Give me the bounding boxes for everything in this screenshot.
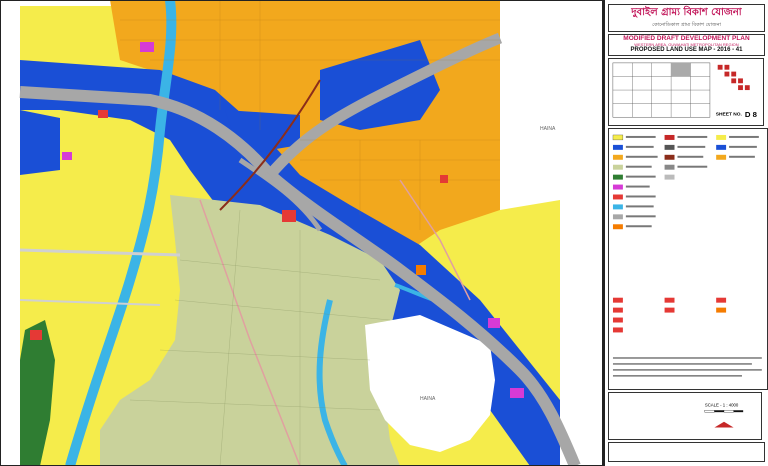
title-box: দুবাইল গ্রাম্য বিকাশ যোজনা কোনোডিকাল গ্র… xyxy=(608,4,765,32)
legend-panel: দুবাইল গ্রাম্য বিকাশ যোজনা কোনোডিকাল গ্র… xyxy=(603,0,768,466)
plan-title: MODIFIED DRAFT DEVELOPMENT PLAN xyxy=(623,35,750,42)
public-plot xyxy=(488,318,500,328)
land-use-map: HAINA HAINA xyxy=(0,0,603,466)
map-sheet: HAINA HAINA দুবাইল গ্রাম্য বিকাশ যোজনা ক… xyxy=(0,0,768,466)
legend-text-lines xyxy=(612,135,762,377)
river-label: HAINA xyxy=(420,396,436,402)
map-margin xyxy=(0,0,20,466)
title-bengali: দুবাইল গ্রাম্য বিকাশ যোজনা xyxy=(631,7,742,18)
legend-key xyxy=(608,128,768,390)
sheet-value: D 8 xyxy=(745,110,758,119)
public-plot xyxy=(510,388,524,398)
scale-text: SCALE - 1 : 4000 xyxy=(705,402,739,407)
title-bengali-sub: কোনোডিকাল গ্রাম্য বিকাশ যোজনা xyxy=(652,22,721,28)
river-label: HAINA xyxy=(540,126,556,132)
plan-title-box: MODIFIED DRAFT DEVELOPMENT PLAN WESTERN … xyxy=(608,34,765,56)
legend-swatches xyxy=(612,134,727,333)
footer-box xyxy=(608,442,765,462)
public-plot xyxy=(62,152,72,160)
institutional-plot xyxy=(416,265,426,275)
institutional-plot xyxy=(440,175,448,183)
scale-box: SCALE - 1 : 4000 xyxy=(608,392,763,440)
sheet-label: SHEET NO. xyxy=(716,111,743,117)
institutional-plot xyxy=(30,330,42,340)
index-map: SHEET NO. D 8 xyxy=(608,58,765,126)
commercial-zone xyxy=(20,110,60,175)
institutional-plot xyxy=(282,210,296,222)
map-title: PROPOSED LAND USE MAP - 2016 - 41 xyxy=(630,47,743,53)
institutional-plot xyxy=(98,110,108,118)
public-plot xyxy=(140,42,154,52)
